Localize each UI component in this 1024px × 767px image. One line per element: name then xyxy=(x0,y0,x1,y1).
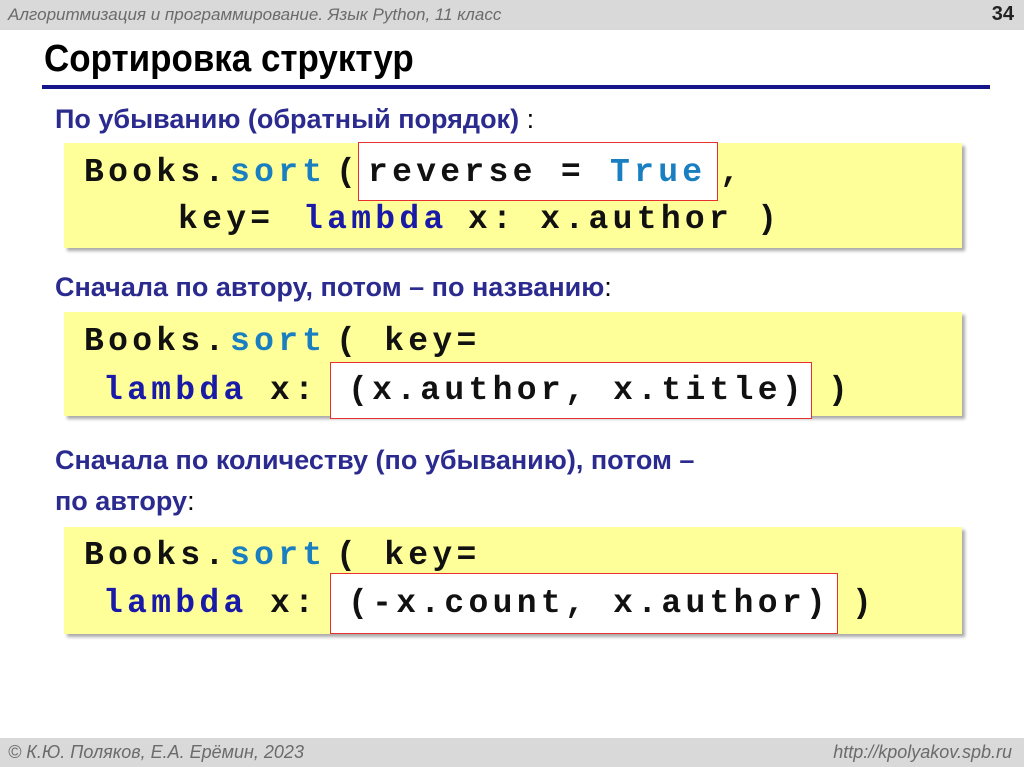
code-method: sort xyxy=(230,154,327,191)
heading-text: По убыванию (обратный порядок) xyxy=(55,104,520,134)
heading-suffix: : xyxy=(604,272,612,302)
code-key: ( key= xyxy=(336,537,481,574)
heading-suffix: : xyxy=(519,104,535,134)
section-heading-2: Сначала по автору, потом – по названию: xyxy=(55,272,612,303)
heading-text: по автору xyxy=(55,486,188,516)
code-lambda: lambda xyxy=(103,372,248,409)
code-close: ) xyxy=(828,372,853,409)
code-method: sort xyxy=(230,323,327,360)
code-rest: x: x.author ) xyxy=(468,201,782,238)
heading-text: Сначала по количеству (по убыванию), пот… xyxy=(55,445,695,475)
section-heading-1: По убыванию (обратный порядок) : xyxy=(55,104,534,135)
page-number: 34 xyxy=(991,3,1014,25)
code-reverse: reverse = xyxy=(368,154,610,191)
title-underline xyxy=(42,85,990,89)
code-arg: x: xyxy=(270,372,319,409)
code-close: ) xyxy=(852,585,877,622)
footer-authors: © К.Ю. Поляков, Е.А. Ерёмин, 2023 xyxy=(8,742,304,762)
code-key: key= xyxy=(178,201,275,238)
code-arg: x: xyxy=(270,585,319,622)
code-lambda: lambda xyxy=(103,585,248,622)
code-key: ( key= xyxy=(336,323,481,360)
section-heading-3: Сначала по количеству (по убыванию), пот… xyxy=(55,445,694,476)
course-title: Алгоритмизация и программирование. Язык … xyxy=(8,5,502,24)
code-true: True xyxy=(610,154,707,191)
heading-suffix: : xyxy=(187,486,195,516)
code-method: sort xyxy=(230,537,327,574)
slide-title: Сортировка структур xyxy=(44,38,414,80)
code-comma: , xyxy=(720,154,745,191)
code-tuple: (x.author, x.title) xyxy=(348,372,806,409)
code-tuple: (-x.count, x.author) xyxy=(348,585,831,622)
code-obj: Books. xyxy=(84,154,229,191)
code-obj: Books. xyxy=(84,537,229,574)
heading-text: Сначала по автору, потом – по названию xyxy=(55,272,605,302)
footer-url[interactable]: http://kpolyakov.spb.ru xyxy=(833,742,1012,763)
code-lambda: lambda xyxy=(303,201,448,238)
section-heading-3-line2: по автору: xyxy=(55,486,195,517)
code-obj: Books. xyxy=(84,323,229,360)
code-paren: ( xyxy=(336,154,361,191)
